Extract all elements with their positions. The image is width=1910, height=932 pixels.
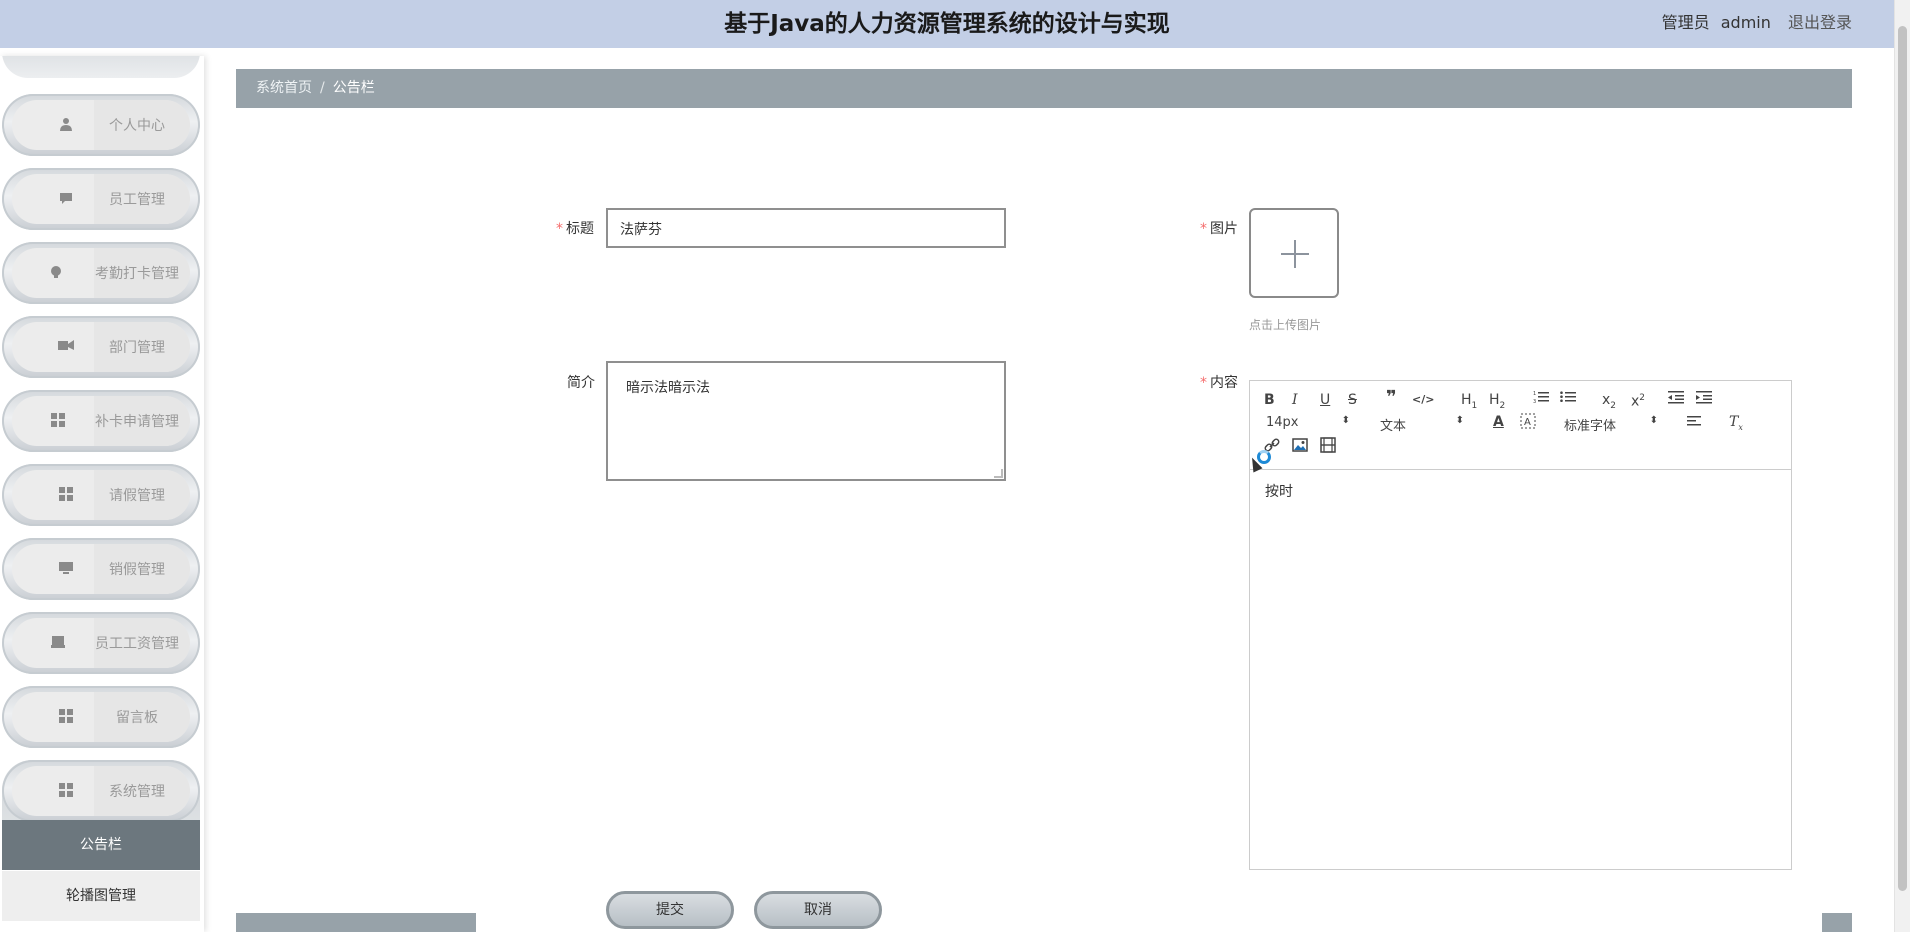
background-color-icon[interactable]: A <box>1520 413 1536 434</box>
sidebar-item-leave[interactable]: 请假管理 <box>2 464 200 526</box>
submenu-item-carousel[interactable]: 轮播图管理 <box>2 871 200 921</box>
rich-text-editor[interactable]: B I U S ❞ </> H1 H2 13 x2 x2 14px ⬍ 文本 ⬍ A… <box>1249 380 1792 870</box>
sidebar-item-label: 个人中心 <box>109 118 165 134</box>
sidebar-item-label: 请假管理 <box>109 488 165 504</box>
title-label: * 标题 <box>556 221 594 237</box>
sidebar-item-label: 员工管理 <box>109 192 165 208</box>
upload-tip: 点击上传图片 <box>1249 318 1322 332</box>
user-area: 管理员 admin 退出登录 <box>1656 9 1852 33</box>
image-upload-button[interactable] <box>1249 208 1339 298</box>
sidebar-item-label: 部门管理 <box>109 340 165 356</box>
underline-icon[interactable]: U <box>1320 391 1330 409</box>
breadcrumb-separator: / <box>320 80 325 96</box>
italic-icon[interactable]: I <box>1292 391 1298 409</box>
align-icon[interactable] <box>1687 414 1703 433</box>
bulb-icon <box>48 265 64 281</box>
bullet-list-icon[interactable] <box>1560 390 1576 409</box>
breadcrumb-home[interactable]: 系统首页 <box>256 80 312 96</box>
header2-icon[interactable]: H2 <box>1489 391 1505 415</box>
outdent-icon[interactable] <box>1668 390 1684 409</box>
indent-icon[interactable] <box>1696 390 1712 409</box>
superscript-icon[interactable]: x2 <box>1631 389 1645 411</box>
sidebar-item-label: 留言板 <box>116 710 158 726</box>
scrollbar-thumb[interactable] <box>1898 26 1907 891</box>
image-label: * 图片 <box>1200 221 1238 237</box>
submit-button[interactable]: 提交 <box>606 891 734 929</box>
strike-icon[interactable]: S <box>1348 391 1357 409</box>
sidebar-item-leave-cancel[interactable]: 销假管理 <box>2 538 200 600</box>
select-arrow-icon: ⬍ <box>1341 415 1350 426</box>
sidebar-item-label: 员工工资管理 <box>95 636 179 652</box>
bold-icon[interactable]: B <box>1264 391 1275 409</box>
code-block-icon[interactable]: </> <box>1412 391 1434 409</box>
font-family-select[interactable]: 标准字体 ⬍ <box>1564 415 1658 434</box>
chat-icon <box>58 191 74 207</box>
intro-textarea[interactable]: 暗示法暗示法 <box>606 361 1006 481</box>
sidebar-item-message-board[interactable]: 留言板 <box>2 686 200 748</box>
monitor-icon <box>58 561 74 577</box>
svg-text:3: 3 <box>1533 399 1536 404</box>
grid-icon <box>50 413 66 429</box>
sidebar-item-makeup-card[interactable]: 补卡申请管理 <box>2 390 200 452</box>
sidebar-item-attendance[interactable]: 考勤打卡管理 <box>2 242 200 304</box>
subscript-icon[interactable]: x2 <box>1602 391 1616 415</box>
top-header: 基于Java的人力资源管理系统的设计与实现 管理员 admin 退出登录 <box>0 0 1894 48</box>
sidebar-item-label: 系统管理 <box>109 784 165 800</box>
sidebar-item-personal-center[interactable]: 个人中心 <box>2 94 200 156</box>
username: admin <box>1720 13 1771 32</box>
header-select[interactable]: 文本 ⬍ <box>1380 415 1464 434</box>
required-mark: * <box>556 221 563 237</box>
intro-label: 简介 <box>567 375 595 391</box>
required-mark: * <box>1200 375 1207 391</box>
header1-icon[interactable]: H1 <box>1461 391 1477 415</box>
editor-toolbar: B I U S ❞ </> H1 H2 13 x2 x2 14px ⬍ 文本 ⬍ A… <box>1250 381 1791 470</box>
app-title: 基于Java的人力资源管理系统的设计与实现 <box>724 11 1170 37</box>
logout-link[interactable]: 退出登录 <box>1788 13 1852 32</box>
svg-text:1: 1 <box>1533 391 1536 397</box>
svg-text:A: A <box>1524 417 1531 428</box>
font-size-select[interactable]: 14px ⬍ <box>1266 415 1350 430</box>
cancel-button[interactable]: 取消 <box>754 891 882 929</box>
font-color-icon[interactable]: A <box>1493 413 1504 431</box>
loading-spinner-icon <box>1257 450 1271 464</box>
camera-icon <box>58 339 74 355</box>
person-icon <box>58 117 74 133</box>
footer-bar-left <box>236 913 476 932</box>
sidebar-item-employee[interactable]: 员工管理 <box>2 168 200 230</box>
breadcrumb-current: 公告栏 <box>332 80 375 96</box>
sidebar: 个人中心 员工管理 考勤打卡管理 部门管理 补卡申请管理 请假管理 销假管理 员… <box>0 56 204 932</box>
video-icon[interactable] <box>1320 437 1336 458</box>
footer-bar-right <box>1822 913 1852 932</box>
editor-content[interactable]: 按时 <box>1265 481 1293 501</box>
sidebar-item-label: 考勤打卡管理 <box>95 266 179 282</box>
image-icon[interactable] <box>1292 437 1308 458</box>
breadcrumb: 系统首页 / 公告栏 <box>236 69 1852 108</box>
grid-icon <box>58 709 74 725</box>
blockquote-icon[interactable]: ❞ <box>1386 389 1397 407</box>
resize-grip[interactable] <box>994 469 1003 478</box>
inbox-icon <box>50 635 66 651</box>
sidebar-item-label: 补卡申请管理 <box>95 414 179 430</box>
submenu-item-notice[interactable]: 公告栏 <box>2 820 200 870</box>
clear-format-icon[interactable]: Tx <box>1729 413 1743 437</box>
select-arrow-icon: ⬍ <box>1455 415 1464 426</box>
grid-icon <box>58 487 74 503</box>
ordered-list-icon[interactable]: 13 <box>1533 390 1549 409</box>
vertical-scrollbar[interactable] <box>1894 0 1910 932</box>
user-role: 管理员 <box>1661 13 1710 32</box>
content-label: * 内容 <box>1200 375 1238 391</box>
grid-icon <box>58 783 74 799</box>
sidebar-item-salary[interactable]: 员工工资管理 <box>2 612 200 674</box>
select-arrow-icon: ⬍ <box>1649 415 1658 426</box>
sidebar-item-home[interactable] <box>2 56 200 78</box>
sidebar-item-label: 销假管理 <box>109 562 165 578</box>
sidebar-item-system[interactable]: 系统管理 <box>2 760 200 822</box>
intro-text: 暗示法暗示法 <box>626 380 710 396</box>
title-input[interactable]: 法萨芬 <box>606 208 1006 248</box>
sidebar-item-department[interactable]: 部门管理 <box>2 316 200 378</box>
required-mark: * <box>1200 221 1207 237</box>
